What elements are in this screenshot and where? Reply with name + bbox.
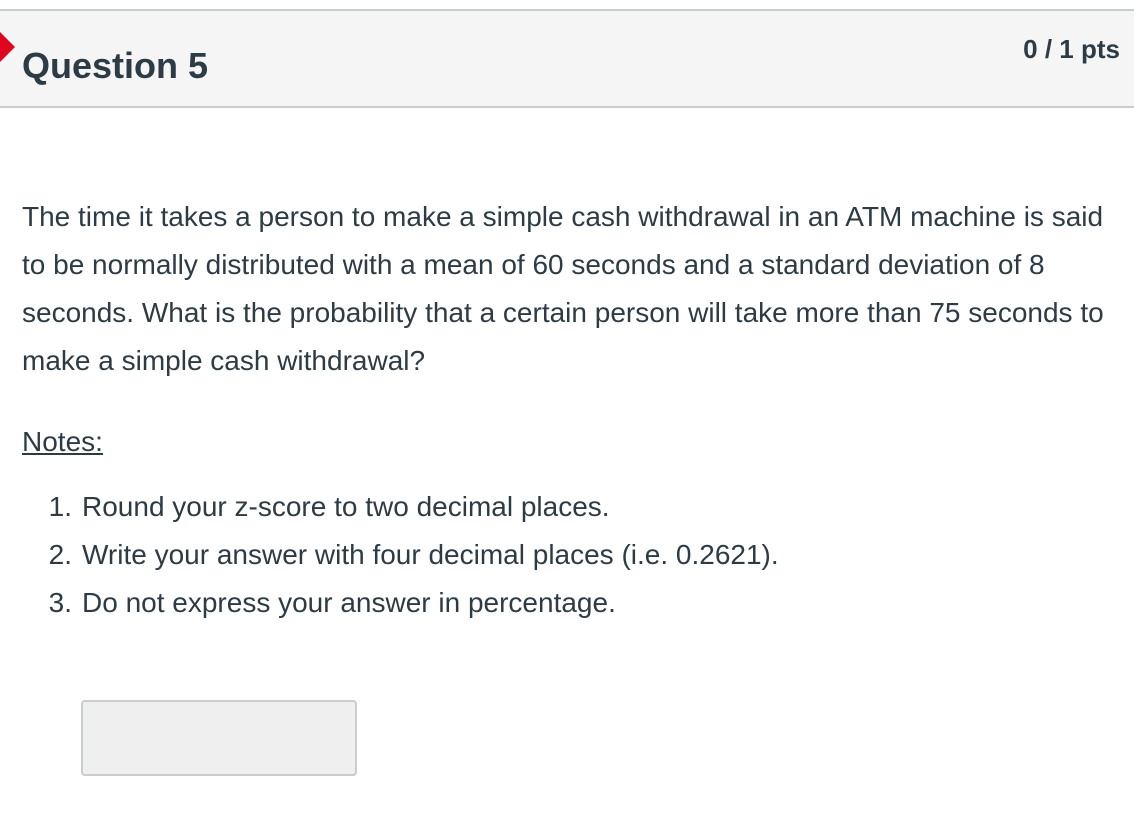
question-header: Question 5 0 / 1 pts xyxy=(0,9,1134,108)
incorrect-answer-flag-icon xyxy=(0,30,15,64)
note-item: 3. Do not express your answer in percenta… xyxy=(22,579,1112,627)
note-item: 2. Write your answer with four decimal pl… xyxy=(22,531,1112,579)
quiz-page: Question 5 0 / 1 pts The time it takes a… xyxy=(0,0,1134,822)
question-body: The time it takes a person to make a sim… xyxy=(22,193,1112,627)
question-points: 0 / 1 pts xyxy=(1023,34,1120,64)
question-text: The time it takes a person to make a sim… xyxy=(22,201,1104,376)
notes-list: 1. Round your z-score to two decimal plac… xyxy=(22,483,1112,627)
note-item: 1. Round your z-score to two decimal plac… xyxy=(22,483,1112,531)
answer-input[interactable] xyxy=(81,700,357,776)
notes-heading: Notes: xyxy=(22,426,103,457)
question-title: Question 5 xyxy=(22,45,209,86)
note-text: Write your answer with four decimal plac… xyxy=(82,539,779,570)
note-number: 1. xyxy=(48,491,72,522)
note-number: 2. xyxy=(48,539,72,570)
note-text: Round your z-score to two decimal places… xyxy=(82,491,610,522)
note-number: 3. xyxy=(48,587,72,618)
note-text: Do not express your answer in percentage… xyxy=(82,587,616,618)
